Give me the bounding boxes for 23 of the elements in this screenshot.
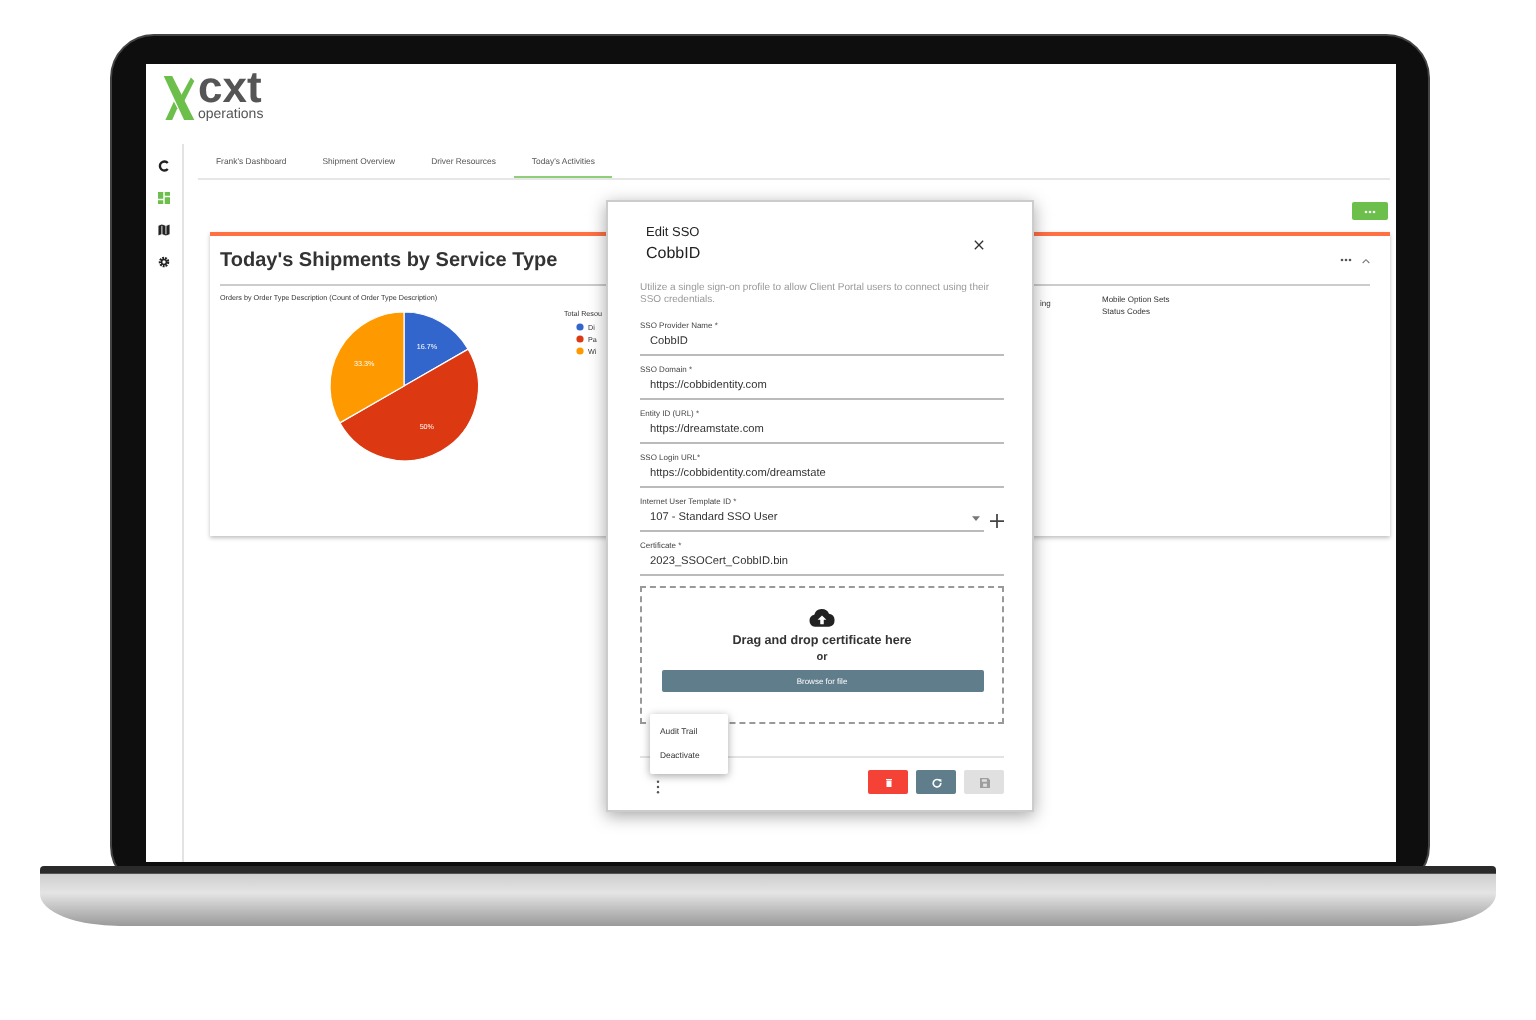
map-icon (158, 223, 170, 235)
trash-icon (885, 777, 891, 787)
save-icon (979, 777, 989, 787)
logo-wordmark: cxt (198, 68, 262, 108)
reset-button[interactable] (916, 770, 956, 794)
legend-dot (576, 335, 584, 343)
dashboard-icon (158, 191, 170, 203)
cloud-upload-icon (808, 608, 836, 628)
refresh-icon (931, 777, 941, 787)
add-icon[interactable] (990, 513, 1004, 527)
caret-up-icon[interactable] (1362, 257, 1370, 263)
delete-button[interactable] (868, 770, 908, 794)
dialog-subtitle: CobbID (646, 244, 701, 264)
dropdown-arrow-icon (972, 516, 980, 522)
legend-dot (576, 323, 584, 331)
card-title: Today's Shipments by Service Type (220, 249, 558, 271)
legend-dot (576, 347, 584, 355)
settings-icon (158, 255, 170, 267)
arc-icon (158, 159, 170, 171)
close-icon[interactable] (974, 239, 984, 249)
sidebar-item[interactable] (157, 254, 171, 268)
logo-mark-icon (162, 72, 196, 124)
sidebar-item[interactable] (157, 158, 171, 172)
